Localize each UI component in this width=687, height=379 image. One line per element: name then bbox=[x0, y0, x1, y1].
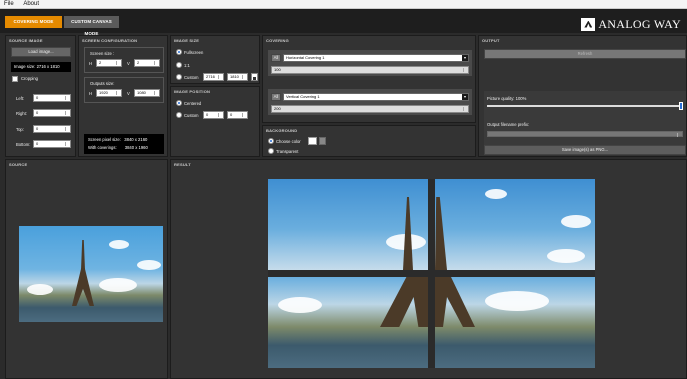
chevron-down-icon: ▾ bbox=[462, 94, 468, 100]
covering-panel: COVERING All Horizontal Covering 1 ▾ 100… bbox=[262, 35, 476, 123]
image-position-panel: IMAGE POSITION Centered Custom 0 0 bbox=[170, 86, 260, 157]
result-view-title: RESULT bbox=[174, 162, 191, 167]
horizontal-covering-select[interactable]: Horizontal Covering 1 ▾ bbox=[283, 54, 469, 62]
position-x-input[interactable]: 0 bbox=[203, 111, 224, 119]
lock-icon[interactable] bbox=[251, 73, 258, 81]
output-panel: OUTPUT Refresh Picture quality: 100% Out… bbox=[478, 35, 687, 157]
custom-size-radio[interactable] bbox=[176, 74, 182, 80]
output-title: OUTPUT bbox=[482, 38, 500, 43]
screen-v-input[interactable]: 2 bbox=[134, 59, 160, 67]
screen-h-label: H bbox=[89, 61, 93, 66]
screen-pixel-size: Screen pixel size: 3840 x 2160 bbox=[88, 137, 148, 142]
cropping-label: Cropping bbox=[21, 76, 38, 81]
prefix-input[interactable] bbox=[487, 131, 683, 137]
quality-slider-thumb[interactable] bbox=[679, 102, 683, 110]
result-view-panel: RESULT bbox=[170, 159, 687, 379]
brand-logo-icon bbox=[581, 17, 596, 31]
screen-h-input[interactable]: 2 bbox=[96, 59, 122, 67]
save-png-button[interactable]: Save image(s) as PNG... bbox=[484, 145, 686, 155]
crop-right-label: Right: bbox=[16, 111, 27, 116]
brand-name: ANALOG WAY bbox=[598, 16, 681, 31]
screen-config-title: SCREEN CONFIGURATION bbox=[82, 38, 138, 43]
choose-color-radio[interactable] bbox=[268, 138, 274, 144]
result-output-1 bbox=[268, 179, 428, 270]
result-output-2 bbox=[435, 179, 595, 270]
fullscreen-radio[interactable] bbox=[176, 49, 182, 55]
output-v-label: V bbox=[127, 91, 130, 96]
vertical-covering-input[interactable]: 200 bbox=[271, 105, 469, 113]
cropping-checkbox[interactable] bbox=[12, 76, 18, 82]
menu-file[interactable]: File bbox=[0, 0, 18, 9]
quality-slider[interactable] bbox=[487, 102, 683, 110]
result-output-3 bbox=[268, 277, 428, 368]
custom-position-radio[interactable] bbox=[176, 112, 182, 118]
quality-label: Picture quality: 100% bbox=[487, 96, 527, 101]
outputs-size-label: Outputs size: bbox=[90, 81, 115, 86]
crop-top-input[interactable]: 0 bbox=[33, 125, 71, 133]
with-coverings-size: With coverings: 3840 x 1960 bbox=[88, 145, 148, 150]
chevron-down-icon: ▾ bbox=[462, 55, 468, 61]
brand-logo: ANALOG WAY bbox=[581, 17, 681, 31]
output-h-label: H bbox=[89, 91, 93, 96]
refresh-button[interactable]: Refresh bbox=[484, 49, 686, 59]
screen-pixel-size-box: Screen pixel size: 3840 x 2160 With cove… bbox=[84, 134, 164, 154]
output-h-input[interactable]: 1920 bbox=[96, 89, 122, 97]
load-image-button[interactable]: Load image... bbox=[11, 47, 71, 57]
screen-config-panel: SCREEN CONFIGURATION Screen size : H 2 V… bbox=[78, 35, 168, 157]
source-image-panel: SOURCE IMAGE Load image... Image size: 2… bbox=[5, 35, 76, 157]
fullscreen-label: Fullscreen bbox=[184, 50, 204, 55]
image-position-title: IMAGE POSITION bbox=[174, 89, 211, 94]
crop-left-input[interactable]: 0 bbox=[33, 94, 71, 102]
custom-width-input[interactable]: 2716 bbox=[203, 73, 224, 81]
horizontal-all-button[interactable]: All bbox=[271, 54, 281, 62]
crop-top-label: Top: bbox=[16, 127, 24, 132]
mode-toolbar: COVERING MODE CUSTOM CANVAS MODE ANALOG … bbox=[0, 9, 687, 36]
image-size-panel: IMAGE SIZE Fullscreen 1:1 Custom 2716 18… bbox=[170, 35, 260, 84]
position-y-input[interactable]: 0 bbox=[227, 111, 248, 119]
source-image-preview bbox=[19, 226, 163, 322]
screen-size-label: Screen size : bbox=[90, 51, 115, 56]
custom-canvas-mode-button[interactable]: CUSTOM CANVAS MODE bbox=[64, 16, 119, 36]
covering-title: COVERING bbox=[266, 38, 289, 43]
custom-height-input[interactable]: 1810 bbox=[227, 73, 248, 81]
custom-size-label: Custom bbox=[184, 75, 199, 80]
prefix-label: Output filename prefix: bbox=[487, 122, 530, 127]
covering-mode-button[interactable]: COVERING MODE bbox=[5, 16, 62, 28]
source-view-title: SOURCE bbox=[9, 162, 28, 167]
centered-radio[interactable] bbox=[176, 100, 182, 106]
result-preview bbox=[268, 179, 595, 368]
choose-color-label: Choose color bbox=[276, 139, 301, 144]
centered-label: Centered bbox=[184, 101, 202, 106]
background-title: BACKGROUND bbox=[266, 128, 298, 133]
image-size-readout: Image size: 2716 x 1810 bbox=[11, 62, 71, 72]
screen-v-label: V bbox=[127, 61, 130, 66]
transparent-radio[interactable] bbox=[268, 148, 274, 154]
one-to-one-label: 1:1 bbox=[184, 63, 190, 68]
transparent-label: Transparent bbox=[276, 149, 299, 154]
crop-bottom-input[interactable]: 0 bbox=[33, 140, 71, 148]
horizontal-covering-value: Horizontal Covering 1 bbox=[286, 55, 325, 60]
one-to-one-radio[interactable] bbox=[176, 62, 182, 68]
output-v-input[interactable]: 1080 bbox=[134, 89, 160, 97]
image-size-title: IMAGE SIZE bbox=[174, 38, 200, 43]
result-output-4 bbox=[435, 277, 595, 368]
crop-right-input[interactable]: 0 bbox=[33, 109, 71, 117]
menu-bar: File About bbox=[0, 0, 687, 9]
crop-left-label: Left: bbox=[16, 96, 25, 101]
menu-about[interactable]: About bbox=[19, 0, 43, 9]
color-swatch[interactable] bbox=[308, 137, 317, 145]
background-panel: BACKGROUND Choose color Transparent bbox=[262, 125, 476, 157]
crop-bottom-label: Bottom: bbox=[16, 142, 31, 147]
horizontal-covering-input[interactable]: 100 bbox=[271, 66, 469, 74]
vertical-covering-select[interactable]: Vertical Covering 1 ▾ bbox=[283, 93, 469, 101]
color-picker-button[interactable] bbox=[319, 137, 326, 145]
vertical-covering-value: Vertical Covering 1 bbox=[286, 94, 320, 99]
source-view-panel: SOURCE bbox=[5, 159, 168, 379]
source-image-title: SOURCE IMAGE bbox=[9, 38, 43, 43]
custom-position-label: Custom bbox=[184, 113, 199, 118]
vertical-all-button[interactable]: All bbox=[271, 93, 281, 101]
